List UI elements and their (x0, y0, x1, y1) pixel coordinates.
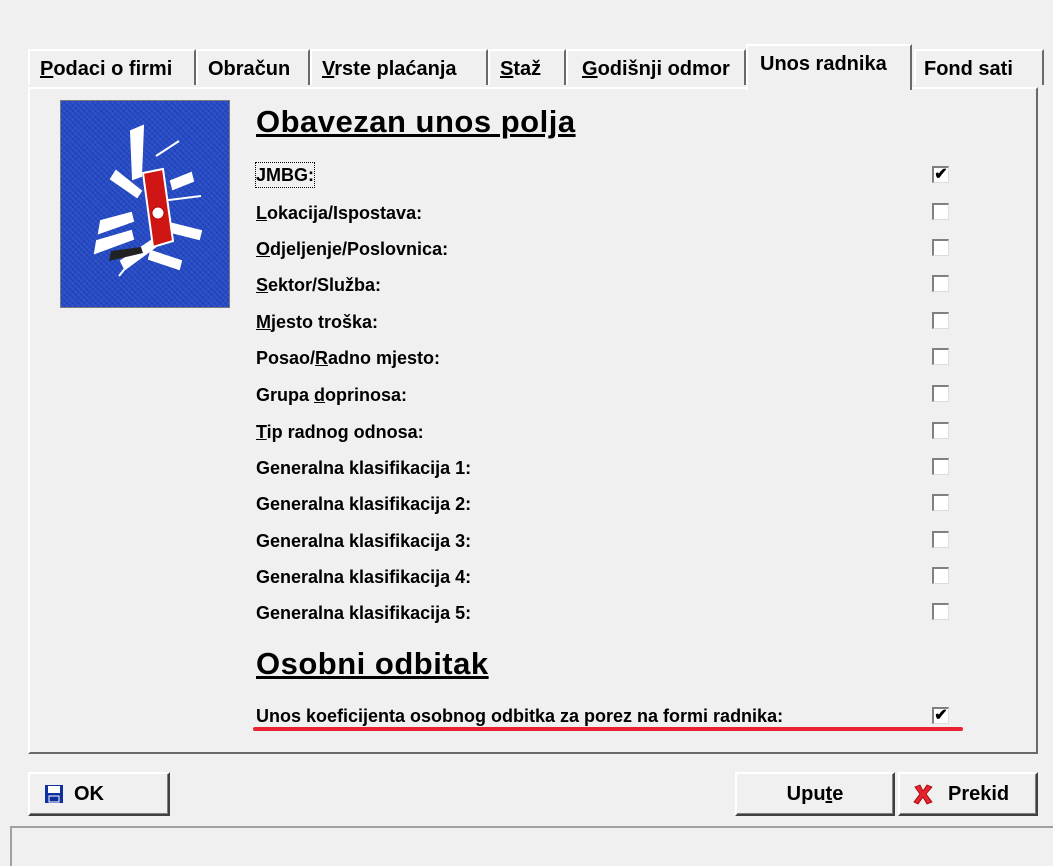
checkbox-tip-radnog-odnosa[interactable] (932, 422, 949, 439)
cancel-label: Prekid (948, 783, 1010, 805)
tab-label: Staž (500, 58, 542, 80)
field-label-klasifikacija-4: Generalna klasifikacija 4: (256, 567, 472, 587)
field-label-mjesto-troska: Mjesto troška: (256, 312, 379, 332)
tab-label: Fond sati (924, 58, 1013, 80)
field-label-osobni-odbitak: Unos koeficijenta osobnog odbitka za por… (256, 706, 784, 726)
checkbox-klasifikacija-2[interactable] (932, 494, 949, 511)
tab-label: Vrste plaćanja (322, 58, 457, 80)
cancel-button[interactable]: Prekid (898, 772, 1038, 816)
red-x-icon (913, 784, 933, 805)
checkbox-klasifikacija-1[interactable] (932, 458, 949, 475)
field-label-sektor: Sektor/Služba: (256, 275, 382, 295)
checkbox-jmbg[interactable]: ✔ (932, 166, 949, 183)
status-bar (10, 826, 1053, 866)
field-label-klasifikacija-5: Generalna klasifikacija 5: (256, 603, 472, 623)
swiss-army-knife-icon (93, 124, 203, 277)
checkbox-sektor[interactable] (932, 275, 949, 292)
tab-podaci-o-firmi[interactable]: Podaci o firmi (28, 49, 196, 85)
checkbox-mjesto-troska[interactable] (932, 312, 949, 329)
field-label-odjeljenje: Odjeljenje/Poslovnica: (256, 239, 449, 259)
field-label-posao: Posao/Radno mjesto: (256, 348, 441, 368)
checkbox-osobni-odbitak[interactable]: ✔ (932, 707, 949, 724)
tab-label: Godišnji odmor (582, 58, 730, 80)
tab-unos-radnika[interactable]: Unos radnika (746, 44, 912, 90)
swiss-army-knife-logo (60, 100, 230, 308)
tab-godisnji-odmor[interactable]: Godišnji odmor (566, 49, 746, 85)
highlight-underline (253, 727, 963, 731)
tab-strip: Podaci o firmi Obračun Vrste plaćanja St… (28, 44, 1048, 90)
tab-vrste-placanja[interactable]: Vrste plaćanja (310, 49, 488, 85)
checkbox-klasifikacija-4[interactable] (932, 567, 949, 584)
checkbox-odjeljenje[interactable] (932, 239, 949, 256)
help-label: Upute (786, 783, 844, 805)
field-label-jmbg: JMBG: (255, 162, 315, 188)
tab-obracun[interactable]: Obračun (196, 49, 310, 85)
checkbox-grupa-doprinosa[interactable] (932, 385, 949, 402)
tab-fond-sati[interactable]: Fond sati (914, 49, 1044, 85)
field-label-lokacija: Lokacija/Ispostava: (256, 203, 423, 223)
field-label-tip-radnog-odnosa: Tip radnog odnosa: (256, 422, 424, 442)
checkbox-posao[interactable] (932, 348, 949, 365)
checkbox-lokacija[interactable] (932, 203, 949, 220)
ok-button[interactable]: OK (28, 772, 170, 816)
field-label-klasifikacija-1: Generalna klasifikacija 1: (256, 458, 472, 478)
tab-label: Podaci o firmi (40, 58, 173, 80)
tab-label: Unos radnika (760, 53, 887, 75)
field-label-grupa-doprinosa: Grupa doprinosa: (256, 385, 408, 405)
section-title-mandatory: Obavezan unos polja (256, 104, 576, 139)
ok-label: OK (74, 783, 104, 805)
field-label-klasifikacija-2: Generalna klasifikacija 2: (256, 494, 472, 514)
tab-staz[interactable]: Staž (488, 49, 566, 85)
field-label-klasifikacija-3: Generalna klasifikacija 3: (256, 531, 472, 551)
checkbox-klasifikacija-5[interactable] (932, 603, 949, 620)
floppy-disk-icon (45, 785, 63, 803)
section-title-personal-deduction: Osobni odbitak (256, 646, 489, 681)
help-button[interactable]: Upute (735, 772, 895, 816)
checkbox-klasifikacija-3[interactable] (932, 531, 949, 548)
tab-label: Obračun (208, 58, 291, 80)
